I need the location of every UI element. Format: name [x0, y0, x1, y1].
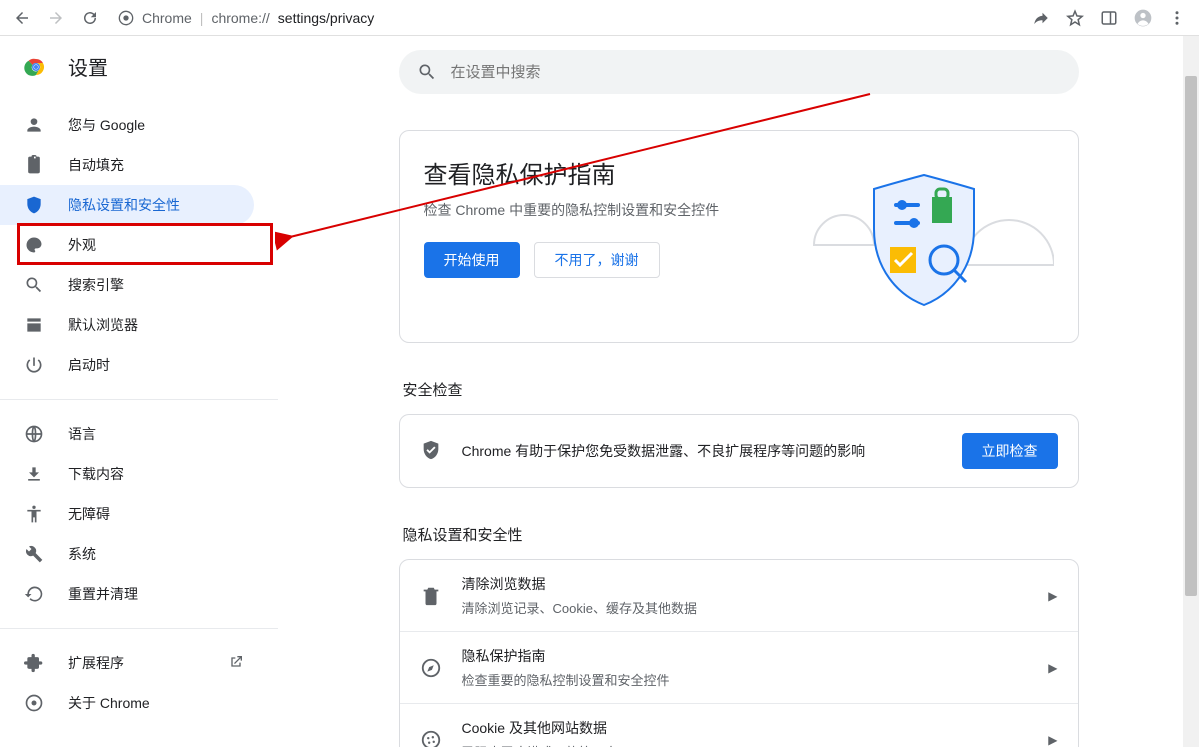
browser-toolbar: Chrome | chrome://settings/privacy	[0, 0, 1199, 36]
nav-label: 隐私设置和安全性	[68, 195, 180, 215]
nav-label: 启动时	[68, 355, 110, 375]
settings-search-wrap	[399, 50, 1079, 94]
kebab-menu-icon[interactable]	[1163, 4, 1191, 32]
nav-label: 重置并清理	[68, 584, 138, 604]
sidebar-item-autofill[interactable]: 自动填充	[0, 145, 254, 185]
extension-icon	[24, 653, 44, 673]
nav-label: 扩展程序	[68, 653, 124, 673]
search-icon	[24, 275, 44, 295]
sidebar-item-about-chrome[interactable]: 关于 Chrome	[0, 683, 254, 723]
sidebar-item-on-startup[interactable]: 启动时	[0, 345, 254, 385]
sidebar-item-languages[interactable]: 语言	[0, 414, 254, 454]
power-icon	[24, 355, 44, 375]
address-bar[interactable]: Chrome | chrome://settings/privacy	[118, 10, 374, 26]
divider	[0, 399, 278, 400]
sidebar-item-accessibility[interactable]: 无障碍	[0, 494, 254, 534]
promo-dismiss-button[interactable]: 不用了，谢谢	[534, 242, 660, 278]
nav-label: 关于 Chrome	[68, 693, 150, 713]
search-icon	[417, 62, 437, 85]
share-icon[interactable]	[1027, 4, 1055, 32]
profile-avatar-icon[interactable]	[1129, 4, 1157, 32]
globe-icon	[24, 424, 44, 444]
chevron-right-icon: ▶	[1048, 661, 1057, 675]
row-clear-browsing-data[interactable]: 清除浏览数据清除浏览记录、Cookie、缓存及其他数据 ▶	[400, 560, 1078, 631]
chrome-page-icon	[118, 10, 134, 26]
row-privacy-guide[interactable]: 隐私保护指南检查重要的隐私控制设置和安全控件 ▶	[400, 631, 1078, 703]
cookie-icon	[420, 729, 442, 747]
sidebar-item-privacy-security[interactable]: 隐私设置和安全性	[0, 185, 254, 225]
addr-url-prefix: chrome://	[211, 10, 269, 26]
nav-label: 语言	[68, 424, 96, 444]
addr-url-path: settings/privacy	[278, 10, 374, 26]
sidebar-item-extensions[interactable]: 扩展程序	[0, 643, 254, 683]
nav-label: 无障碍	[68, 504, 110, 524]
nav-label: 系统	[68, 544, 96, 564]
privacy-list-card: 清除浏览数据清除浏览记录、Cookie、缓存及其他数据 ▶ 隐私保护指南检查重要…	[399, 559, 1079, 747]
bookmark-star-icon[interactable]	[1061, 4, 1089, 32]
trash-icon	[420, 585, 442, 607]
restore-icon	[24, 584, 44, 604]
row-title: Cookie 及其他网站数据	[462, 718, 1029, 738]
privacy-guide-promo-card: 查看隐私保护指南 检查 Chrome 中重要的隐私控制设置和安全控件 开始使用 …	[399, 130, 1079, 343]
chevron-right-icon: ▶	[1048, 589, 1057, 603]
sidebar-item-system[interactable]: 系统	[0, 534, 254, 574]
accessibility-icon	[24, 504, 44, 524]
brand-row: 设置	[0, 52, 278, 99]
addr-origin: Chrome	[142, 10, 192, 26]
safety-check-card: Chrome 有助于保护您免受数据泄露、不良扩展程序等问题的影响 立即检查	[399, 414, 1079, 488]
promo-illustration	[794, 155, 1054, 318]
nav-label: 自动填充	[68, 155, 124, 175]
forward-button[interactable]	[42, 4, 70, 32]
reload-button[interactable]	[76, 4, 104, 32]
chrome-small-icon	[24, 693, 44, 713]
nav-label: 外观	[68, 235, 96, 255]
chevron-right-icon: ▶	[1048, 733, 1057, 747]
shield-icon	[24, 195, 44, 215]
safety-check-text: Chrome 有助于保护您免受数据泄露、不良扩展程序等问题的影响	[462, 441, 942, 461]
open-in-new-icon	[228, 654, 244, 673]
nav-label: 下载内容	[68, 464, 124, 484]
sidebar-item-appearance[interactable]: 外观	[0, 225, 254, 265]
settings-sidebar: 设置 您与 Google 自动填充 隐私设置和安全性 外观 搜索引擎 默认浏览器…	[0, 36, 278, 747]
compass-icon	[420, 657, 442, 679]
row-cookies[interactable]: Cookie 及其他网站数据已阻止无痕模式下的第三方 Cookie ▶	[400, 703, 1078, 747]
settings-search-input[interactable]	[399, 50, 1079, 94]
shield-check-icon	[420, 439, 442, 464]
wrench-icon	[24, 544, 44, 564]
promo-subtitle: 检查 Chrome 中重要的隐私控制设置和安全控件	[424, 200, 774, 220]
settings-title: 设置	[68, 52, 108, 81]
row-sub: 已阻止无痕模式下的第三方 Cookie	[462, 742, 1029, 747]
row-title: 清除浏览数据	[462, 574, 1029, 594]
nav-label: 您与 Google	[68, 115, 145, 135]
chrome-logo-icon	[24, 55, 48, 79]
divider	[0, 628, 278, 629]
row-sub: 检查重要的隐私控制设置和安全控件	[462, 670, 1029, 689]
nav-label: 搜索引擎	[68, 275, 124, 295]
person-icon	[24, 115, 44, 135]
browser-window-icon	[24, 315, 44, 335]
palette-icon	[24, 235, 44, 255]
sidebar-item-downloads[interactable]: 下载内容	[0, 454, 254, 494]
settings-main: 查看隐私保护指南 检查 Chrome 中重要的隐私控制设置和安全控件 开始使用 …	[278, 36, 1199, 747]
sidebar-item-reset[interactable]: 重置并清理	[0, 574, 254, 614]
clipboard-icon	[24, 155, 44, 175]
safety-check-button[interactable]: 立即检查	[962, 433, 1058, 469]
section-title-safety: 安全检查	[403, 379, 1079, 400]
nav-label: 默认浏览器	[68, 315, 138, 335]
row-sub: 清除浏览记录、Cookie、缓存及其他数据	[462, 598, 1029, 617]
sidebar-item-search-engine[interactable]: 搜索引擎	[0, 265, 254, 305]
promo-start-button[interactable]: 开始使用	[424, 242, 520, 278]
row-title: 隐私保护指南	[462, 646, 1029, 666]
download-icon	[24, 464, 44, 484]
sidebar-item-default-browser[interactable]: 默认浏览器	[0, 305, 254, 345]
section-title-privacy: 隐私设置和安全性	[403, 524, 1079, 545]
sidebar-item-you-and-google[interactable]: 您与 Google	[0, 105, 254, 145]
promo-title: 查看隐私保护指南	[424, 155, 774, 190]
sidepanel-icon[interactable]	[1095, 4, 1123, 32]
back-button[interactable]	[8, 4, 36, 32]
